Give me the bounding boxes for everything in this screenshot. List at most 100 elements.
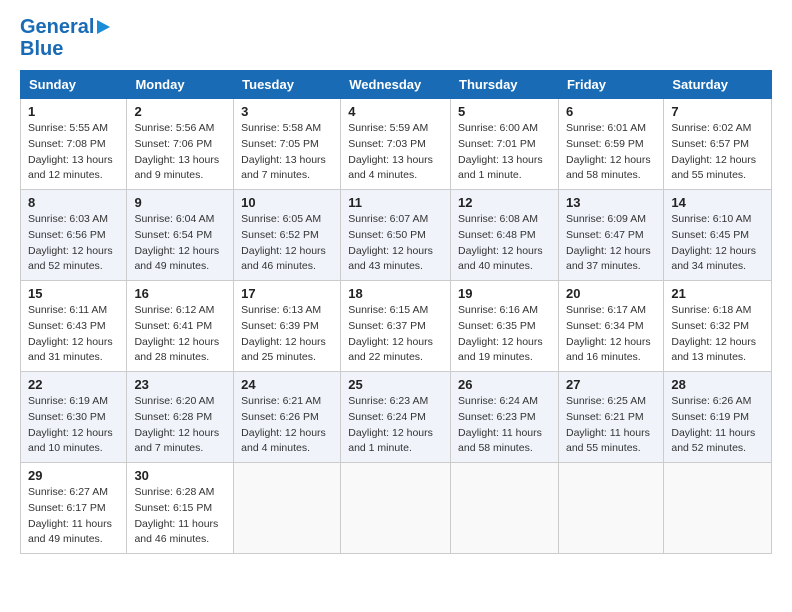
day-info: Sunrise: 6:12 AMSunset: 6:41 PMDaylight:… xyxy=(134,303,226,366)
day-info: Sunrise: 6:10 AMSunset: 6:45 PMDaylight:… xyxy=(671,212,764,275)
calendar-week-row: 15 Sunrise: 6:11 AMSunset: 6:43 PMDayligh… xyxy=(21,281,772,372)
day-number: 30 xyxy=(134,468,226,483)
day-info: Sunrise: 6:28 AMSunset: 6:15 PMDaylight:… xyxy=(134,485,226,548)
table-row xyxy=(341,463,451,554)
day-info: Sunrise: 6:21 AMSunset: 6:26 PMDaylight:… xyxy=(241,394,333,457)
day-number: 23 xyxy=(134,377,226,392)
calendar-header-row: Sunday Monday Tuesday Wednesday Thursday… xyxy=(21,71,772,99)
table-row: 9Sunrise: 6:04 AMSunset: 6:54 PMDaylight… xyxy=(127,190,234,281)
table-row: 30 Sunrise: 6:28 AMSunset: 6:15 PMDayligh… xyxy=(127,463,234,554)
day-info: Sunrise: 6:05 AMSunset: 6:52 PMDaylight:… xyxy=(241,212,333,275)
day-number: 18 xyxy=(348,286,443,301)
table-row: 3 Sunrise: 5:58 AMSunset: 7:05 PMDaylight… xyxy=(234,99,341,190)
col-saturday: Saturday xyxy=(664,71,772,99)
day-info: Sunrise: 5:59 AMSunset: 7:03 PMDaylight:… xyxy=(348,121,443,184)
day-info: Sunrise: 6:03 AMSunset: 6:56 PMDaylight:… xyxy=(28,212,119,275)
table-row: 16 Sunrise: 6:12 AMSunset: 6:41 PMDayligh… xyxy=(127,281,234,372)
table-row: 13Sunrise: 6:09 AMSunset: 6:47 PMDayligh… xyxy=(558,190,663,281)
day-number: 19 xyxy=(458,286,551,301)
day-info: Sunrise: 6:11 AMSunset: 6:43 PMDaylight:… xyxy=(28,303,119,366)
logo: General Blue xyxy=(20,16,110,60)
table-row: 20 Sunrise: 6:17 AMSunset: 6:34 PMDayligh… xyxy=(558,281,663,372)
day-info: Sunrise: 6:20 AMSunset: 6:28 PMDaylight:… xyxy=(134,394,226,457)
col-tuesday: Tuesday xyxy=(234,71,341,99)
day-number: 12 xyxy=(458,195,551,210)
day-number: 26 xyxy=(458,377,551,392)
day-info: Sunrise: 6:02 AMSunset: 6:57 PMDaylight:… xyxy=(671,121,764,184)
day-info: Sunrise: 6:07 AMSunset: 6:50 PMDaylight:… xyxy=(348,212,443,275)
logo-text-general: General xyxy=(20,16,94,38)
day-number: 2 xyxy=(134,104,226,119)
table-row: 11 Sunrise: 6:07 AMSunset: 6:50 PMDayligh… xyxy=(341,190,451,281)
calendar-table: Sunday Monday Tuesday Wednesday Thursday… xyxy=(20,70,772,554)
day-number: 5 xyxy=(458,104,551,119)
day-info: Sunrise: 6:25 AMSunset: 6:21 PMDaylight:… xyxy=(566,394,656,457)
calendar-page: General Blue Sunday Monday Tuesday Wedne… xyxy=(0,0,792,612)
table-row: 2 Sunrise: 5:56 AMSunset: 7:06 PMDaylight… xyxy=(127,99,234,190)
table-row: 19 Sunrise: 6:16 AMSunset: 6:35 PMDayligh… xyxy=(451,281,559,372)
table-row: 14 Sunrise: 6:10 AMSunset: 6:45 PMDayligh… xyxy=(664,190,772,281)
logo-text-blue: Blue xyxy=(20,38,110,60)
table-row: 12Sunrise: 6:08 AMSunset: 6:48 PMDayligh… xyxy=(451,190,559,281)
day-number: 21 xyxy=(671,286,764,301)
day-number: 25 xyxy=(348,377,443,392)
table-row: 24Sunrise: 6:21 AMSunset: 6:26 PMDayligh… xyxy=(234,372,341,463)
day-number: 11 xyxy=(348,195,443,210)
table-row: 7 Sunrise: 6:02 AMSunset: 6:57 PMDaylight… xyxy=(664,99,772,190)
day-info: Sunrise: 6:18 AMSunset: 6:32 PMDaylight:… xyxy=(671,303,764,366)
table-row xyxy=(234,463,341,554)
day-number: 29 xyxy=(28,468,119,483)
table-row: 5 Sunrise: 6:00 AMSunset: 7:01 PMDaylight… xyxy=(451,99,559,190)
table-row: 29Sunrise: 6:27 AMSunset: 6:17 PMDayligh… xyxy=(21,463,127,554)
day-number: 28 xyxy=(671,377,764,392)
table-row xyxy=(558,463,663,554)
day-number: 4 xyxy=(348,104,443,119)
day-info: Sunrise: 6:26 AMSunset: 6:19 PMDaylight:… xyxy=(671,394,764,457)
table-row xyxy=(664,463,772,554)
day-info: Sunrise: 6:04 AMSunset: 6:54 PMDaylight:… xyxy=(134,212,226,275)
col-wednesday: Wednesday xyxy=(341,71,451,99)
table-row: 27Sunrise: 6:25 AMSunset: 6:21 PMDayligh… xyxy=(558,372,663,463)
day-info: Sunrise: 6:16 AMSunset: 6:35 PMDaylight:… xyxy=(458,303,551,366)
day-info: Sunrise: 6:00 AMSunset: 7:01 PMDaylight:… xyxy=(458,121,551,184)
day-number: 3 xyxy=(241,104,333,119)
table-row: 15 Sunrise: 6:11 AMSunset: 6:43 PMDayligh… xyxy=(21,281,127,372)
day-info: Sunrise: 5:56 AMSunset: 7:06 PMDaylight:… xyxy=(134,121,226,184)
day-info: Sunrise: 6:01 AMSunset: 6:59 PMDaylight:… xyxy=(566,121,656,184)
day-info: Sunrise: 6:19 AMSunset: 6:30 PMDaylight:… xyxy=(28,394,119,457)
table-row: 17Sunrise: 6:13 AMSunset: 6:39 PMDayligh… xyxy=(234,281,341,372)
day-info: Sunrise: 6:24 AMSunset: 6:23 PMDaylight:… xyxy=(458,394,551,457)
table-row: 28 Sunrise: 6:26 AMSunset: 6:19 PMDayligh… xyxy=(664,372,772,463)
table-row xyxy=(451,463,559,554)
day-number: 14 xyxy=(671,195,764,210)
table-row: 18 Sunrise: 6:15 AMSunset: 6:37 PMDayligh… xyxy=(341,281,451,372)
table-row: 23 Sunrise: 6:20 AMSunset: 6:28 PMDayligh… xyxy=(127,372,234,463)
table-row: 21 Sunrise: 6:18 AMSunset: 6:32 PMDayligh… xyxy=(664,281,772,372)
col-thursday: Thursday xyxy=(451,71,559,99)
day-number: 6 xyxy=(566,104,656,119)
day-number: 20 xyxy=(566,286,656,301)
table-row: 22 Sunrise: 6:19 AMSunset: 6:30 PMDayligh… xyxy=(21,372,127,463)
day-info: Sunrise: 5:58 AMSunset: 7:05 PMDaylight:… xyxy=(241,121,333,184)
logo-arrow-icon xyxy=(97,20,110,34)
table-row: 6 Sunrise: 6:01 AMSunset: 6:59 PMDaylight… xyxy=(558,99,663,190)
table-row: 1Sunrise: 5:55 AMSunset: 7:08 PMDaylight… xyxy=(21,99,127,190)
col-friday: Friday xyxy=(558,71,663,99)
table-row: 26 Sunrise: 6:24 AMSunset: 6:23 PMDayligh… xyxy=(451,372,559,463)
table-row: 4 Sunrise: 5:59 AMSunset: 7:03 PMDaylight… xyxy=(341,99,451,190)
table-row: 10Sunrise: 6:05 AMSunset: 6:52 PMDayligh… xyxy=(234,190,341,281)
table-row: 25Sunrise: 6:23 AMSunset: 6:24 PMDayligh… xyxy=(341,372,451,463)
day-info: Sunrise: 6:15 AMSunset: 6:37 PMDaylight:… xyxy=(348,303,443,366)
col-monday: Monday xyxy=(127,71,234,99)
table-row: 8 Sunrise: 6:03 AMSunset: 6:56 PMDaylight… xyxy=(21,190,127,281)
day-number: 16 xyxy=(134,286,226,301)
day-number: 13 xyxy=(566,195,656,210)
day-number: 17 xyxy=(241,286,333,301)
day-number: 15 xyxy=(28,286,119,301)
day-number: 8 xyxy=(28,195,119,210)
calendar-week-row: 8 Sunrise: 6:03 AMSunset: 6:56 PMDaylight… xyxy=(21,190,772,281)
day-info: Sunrise: 6:17 AMSunset: 6:34 PMDaylight:… xyxy=(566,303,656,366)
day-number: 22 xyxy=(28,377,119,392)
day-number: 7 xyxy=(671,104,764,119)
day-number: 1 xyxy=(28,104,119,119)
